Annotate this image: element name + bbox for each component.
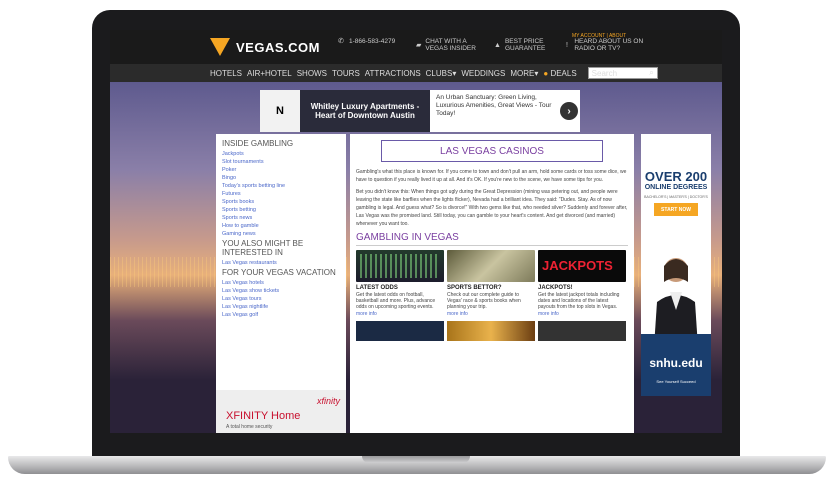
- card-title[interactable]: LATEST ODDS: [356, 285, 444, 291]
- sidebar-link[interactable]: Jackpots: [222, 150, 340, 158]
- snhu-logo: snhu.edu See Yourself Succeed: [641, 334, 711, 396]
- sidebar-link[interactable]: Sports news: [222, 214, 340, 222]
- more-info-link[interactable]: more info: [356, 311, 444, 317]
- ad-logo: N: [260, 90, 300, 132]
- radio-link[interactable]: ! HEARD ABOUT US ON RADIO OR TV?: [566, 38, 646, 52]
- history-paragraph: Bet you didn't know this: When things go…: [356, 189, 628, 227]
- nav-weddings[interactable]: WEDDINGS: [461, 69, 505, 78]
- sidebar-link[interactable]: Sports betting: [222, 206, 340, 214]
- jackpot-sign-image[interactable]: JACKPOTS: [538, 250, 626, 282]
- nav-hotels[interactable]: HOTELS: [210, 69, 242, 78]
- top-banner-ad[interactable]: N Whitley Luxury Apartments - Heart of D…: [260, 90, 580, 132]
- sidebar-link[interactable]: Las Vegas nightlife: [222, 303, 340, 311]
- sidebar-link[interactable]: Sports books: [222, 198, 340, 206]
- card-title[interactable]: SPORTS BETTOR?: [447, 285, 535, 291]
- ad-tags: BACHELOR'S | MASTER'S | DOCTOR'S: [644, 195, 708, 199]
- section-heading: GAMBLING IN VEGAS: [356, 232, 628, 246]
- card-text: Get the latest odds on football, basketb…: [356, 292, 436, 310]
- card-jackpots[interactable]: JACKPOTS JACKPOTS! Get the latest jackpo…: [538, 250, 626, 317]
- ad-big-text: OVER 200: [644, 169, 708, 184]
- sidebar-link[interactable]: Las Vegas show tickets: [222, 287, 340, 295]
- sidebar-link[interactable]: Poker: [222, 166, 340, 174]
- sidebar-link[interactable]: Las Vegas tours: [222, 295, 340, 303]
- ad-degrees-text: ONLINE DEGREES: [644, 184, 708, 191]
- phone-icon: ✆: [338, 38, 344, 45]
- ad-headline: Whitley Luxury Apartments - Heart of Dow…: [300, 90, 430, 132]
- phone-number: 1-866-583-4279: [349, 38, 396, 45]
- ad-arrow-button[interactable]: ›: [558, 90, 580, 132]
- price-guarantee-link[interactable]: ▲ BEST PRICE GUARANTEE: [494, 38, 556, 52]
- sidebar-link[interactable]: Bingo: [222, 174, 340, 182]
- intro-paragraph: Gambling's what this place is known for.…: [356, 169, 627, 183]
- xfinity-headline: XFINITY Home: [226, 410, 301, 422]
- snhu-brand: snhu.edu: [649, 356, 703, 370]
- sidebar: INSIDE GAMBLING Jackpots Slot tournament…: [216, 134, 346, 433]
- main-content: LAS VEGAS CASINOS Gambling's what this p…: [350, 134, 634, 433]
- vegas-v-icon: [210, 38, 230, 56]
- nav-shows[interactable]: SHOWS: [297, 69, 327, 78]
- card-text: Check out our complete guide to Vegas' r…: [447, 292, 521, 310]
- arrow-right-icon: ›: [560, 102, 578, 120]
- sidebar-heading-vacation: FOR YOUR VEGAS VACATION: [222, 268, 336, 277]
- more-info-link[interactable]: more info: [447, 311, 535, 317]
- browser-screen: VEGAS.COM ✆ 1-866-583-4279 ▰ CHAT WITH A V…: [110, 30, 722, 433]
- sidebar-link[interactable]: Futures: [222, 190, 340, 198]
- logo-text: VEGAS.COM: [236, 39, 320, 55]
- nav-more[interactable]: MORE▾: [510, 69, 538, 78]
- card-image[interactable]: [356, 321, 444, 341]
- search-icon[interactable]: ⌕: [649, 68, 653, 78]
- price-label: BEST PRICE GUARANTEE: [504, 38, 546, 52]
- search-placeholder: Search: [591, 68, 618, 78]
- money-image[interactable]: [447, 250, 535, 282]
- card-sports-bettor[interactable]: SPORTS BETTOR? Check out our complete gu…: [447, 250, 535, 317]
- chat-icon: ▰: [416, 41, 422, 49]
- site-header: VEGAS.COM ✆ 1-866-583-4279 ▰ CHAT WITH A V…: [110, 30, 722, 64]
- microphone-icon: !: [566, 41, 568, 49]
- nav-air-hotel[interactable]: AIR+HOTEL: [247, 69, 292, 78]
- nav-tours[interactable]: TOURS: [332, 69, 360, 78]
- sidebar-heading: INSIDE GAMBLING: [222, 139, 294, 148]
- start-now-button[interactable]: START NOW: [654, 203, 698, 216]
- second-card-row: [356, 321, 628, 341]
- snhu-ad[interactable]: OVER 200 ONLINE DEGREES BACHELOR'S | MAS…: [641, 134, 711, 396]
- main-nav: HOTELS AIR+HOTEL SHOWS TOURS ATTRACTIONS…: [110, 64, 722, 82]
- card-text: Get the latest jackpot totals including …: [538, 292, 620, 310]
- site-logo[interactable]: VEGAS.COM: [210, 38, 320, 56]
- laptop-notch: [362, 456, 470, 463]
- chat-label: CHAT WITH A VEGAS INSIDER: [425, 38, 476, 52]
- card-image[interactable]: [538, 321, 626, 341]
- card-title[interactable]: JACKPOTS!: [538, 285, 626, 291]
- xfinity-sub: A total home security: [226, 424, 273, 430]
- card-latest-odds[interactable]: LATEST ODDS Get the latest odds on footb…: [356, 250, 444, 317]
- nav-deals[interactable]: ● DEALS: [543, 69, 576, 78]
- radio-label: HEARD ABOUT US ON RADIO OR TV?: [574, 38, 644, 52]
- jackpot-sign-text: JACKPOTS: [542, 258, 613, 273]
- card-image[interactable]: [447, 321, 535, 341]
- xfinity-logo: xfinity: [316, 396, 340, 406]
- account-link[interactable]: MY ACCOUNT | ABOUT: [572, 33, 626, 39]
- page-title: LAS VEGAS CASINOS: [381, 140, 603, 162]
- phone-link[interactable]: ✆ 1-866-583-4279: [338, 38, 395, 45]
- nav-attractions[interactable]: ATTRACTIONS: [365, 69, 421, 78]
- xfinity-ad[interactable]: xfinity XFINITY Home A total home securi…: [216, 390, 346, 433]
- odds-board-image[interactable]: [356, 250, 444, 282]
- sidebar-link[interactable]: Slot tournaments: [222, 158, 340, 166]
- sidebar-heading-interest: YOU ALSO MIGHT BE INTERESTED IN: [222, 239, 304, 257]
- card-grid: LATEST ODDS Get the latest odds on footb…: [356, 250, 628, 317]
- sidebar-link[interactable]: Las Vegas restaurants: [222, 259, 340, 267]
- laptop-frame: VEGAS.COM ✆ 1-866-583-4279 ▰ CHAT WITH A V…: [0, 0, 832, 484]
- chat-link[interactable]: ▰ CHAT WITH A VEGAS INSIDER: [416, 38, 476, 52]
- sidebar-link[interactable]: How to gamble: [222, 222, 340, 230]
- thumbs-up-icon: ▲: [494, 41, 501, 49]
- sidebar-link[interactable]: Las Vegas golf: [222, 311, 340, 319]
- search-input[interactable]: Search ⌕: [587, 67, 658, 79]
- sidebar-link[interactable]: Gaming news: [222, 230, 340, 238]
- ad-body: An Urban Sanctuary: Green Living, Luxuri…: [436, 94, 552, 117]
- snhu-tagline: See Yourself Succeed: [656, 379, 696, 384]
- sidebar-link[interactable]: Today's sports betting line: [222, 182, 340, 190]
- nav-clubs[interactable]: CLUBS▾: [426, 69, 457, 78]
- sidebar-link[interactable]: Las Vegas hotels: [222, 279, 340, 287]
- deals-label: DEALS: [550, 68, 577, 78]
- more-info-link[interactable]: more info: [538, 311, 626, 317]
